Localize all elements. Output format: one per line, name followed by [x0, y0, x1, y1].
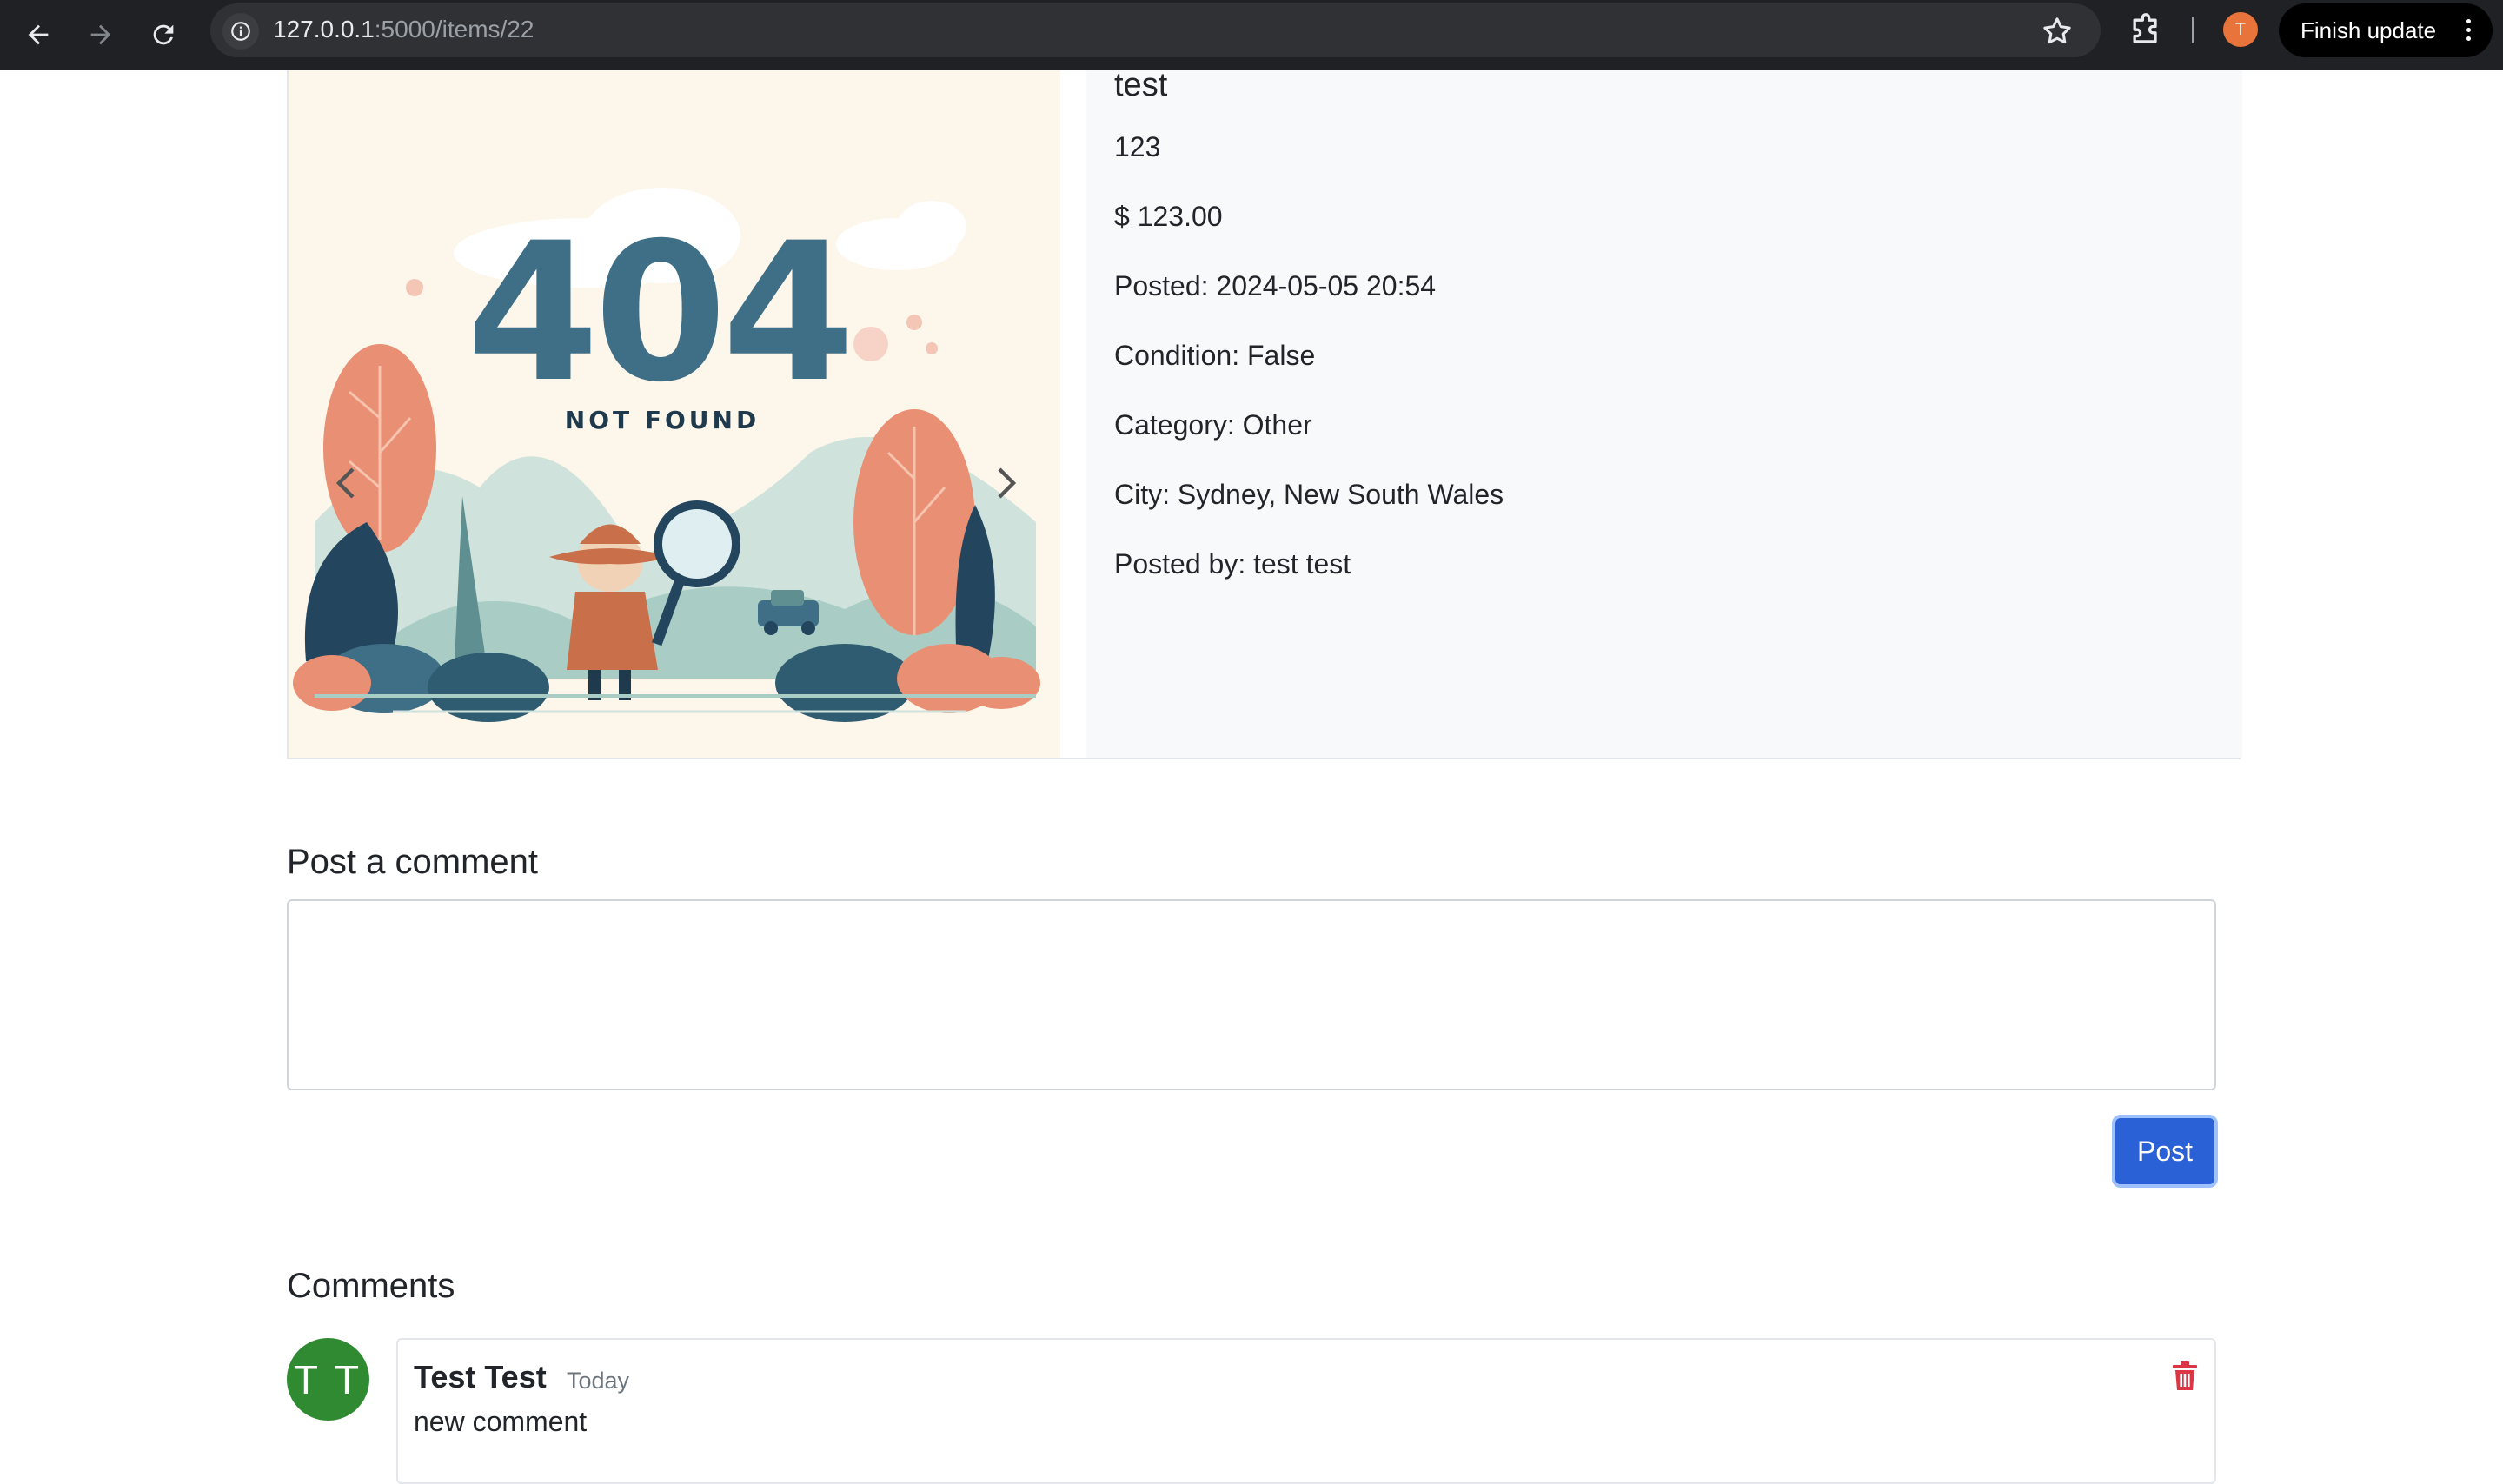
comments-heading: Comments	[287, 1267, 455, 1305]
post-comment-heading: Post a comment	[287, 843, 539, 881]
image-code-text: 404	[466, 202, 849, 424]
item-details: test 123 $ 123.00 Posted: 2024-05-05 20:…	[1086, 67, 2242, 758]
avatar: T T	[287, 1338, 369, 1421]
info-icon[interactable]	[222, 13, 259, 50]
image-carousel: 404 NOT FOUND	[289, 70, 1060, 758]
url-path: :5000/items/22	[374, 16, 534, 43]
comment-timestamp: Today	[567, 1368, 630, 1394]
item-description: 123	[1114, 131, 1161, 162]
comment-item: Test Test Today new comment	[396, 1338, 2216, 1484]
carousel-next-button[interactable]	[980, 435, 1032, 531]
comment-text: new comment	[414, 1406, 588, 1437]
reload-icon	[153, 24, 174, 45]
chevron-left-icon	[335, 467, 355, 499]
url-text: 127.0.0.1:5000/items/22	[273, 16, 534, 43]
star-icon[interactable]	[2040, 14, 2075, 49]
back-button[interactable]	[16, 12, 61, 57]
reload-button[interactable]	[141, 12, 186, 57]
address-bar[interactable]: 127.0.0.1:5000/items/22	[210, 3, 2101, 57]
finish-update-label: Finish update	[2301, 17, 2437, 43]
comment-author: Test Test	[414, 1359, 547, 1395]
item-image: 404 NOT FOUND	[289, 70, 1060, 758]
item-posted-date: Posted: 2024-05-05 20:54	[1114, 270, 1437, 301]
item-title: test	[1114, 67, 1168, 103]
item-category: Category: Other	[1114, 409, 1312, 441]
post-comment-button[interactable]: Post	[2112, 1115, 2218, 1188]
carousel-prev-button[interactable]	[320, 435, 372, 531]
toolbar-divider	[2192, 17, 2194, 43]
puzzle-icon[interactable]	[2127, 12, 2165, 50]
chevron-right-icon	[998, 467, 1017, 499]
back-arrow-icon	[28, 24, 49, 45]
forward-arrow-icon	[90, 24, 111, 45]
more-vert-icon	[2466, 19, 2472, 43]
item-card: 404 NOT FOUND test 123 $ 123.00 Posted: …	[287, 67, 2242, 759]
item-posted-by: Posted by: test test	[1114, 548, 1351, 580]
image-label-text: NOT FOUND	[565, 406, 760, 434]
item-city: City: Sydney, New South Wales	[1114, 479, 1504, 510]
finish-update-button[interactable]: Finish update	[2279, 3, 2493, 57]
trash-icon[interactable]	[2171, 1361, 2199, 1392]
browser-toolbar: 127.0.0.1:5000/items/22 T Finish update	[0, 0, 2503, 70]
forward-button[interactable]	[78, 12, 123, 57]
item-price: $ 123.00	[1114, 201, 1223, 232]
item-condition: Condition: False	[1114, 340, 1316, 371]
profile-avatar[interactable]: T	[2223, 12, 2258, 47]
comment-input[interactable]	[287, 899, 2216, 1090]
url-host: 127.0.0.1	[273, 16, 375, 43]
